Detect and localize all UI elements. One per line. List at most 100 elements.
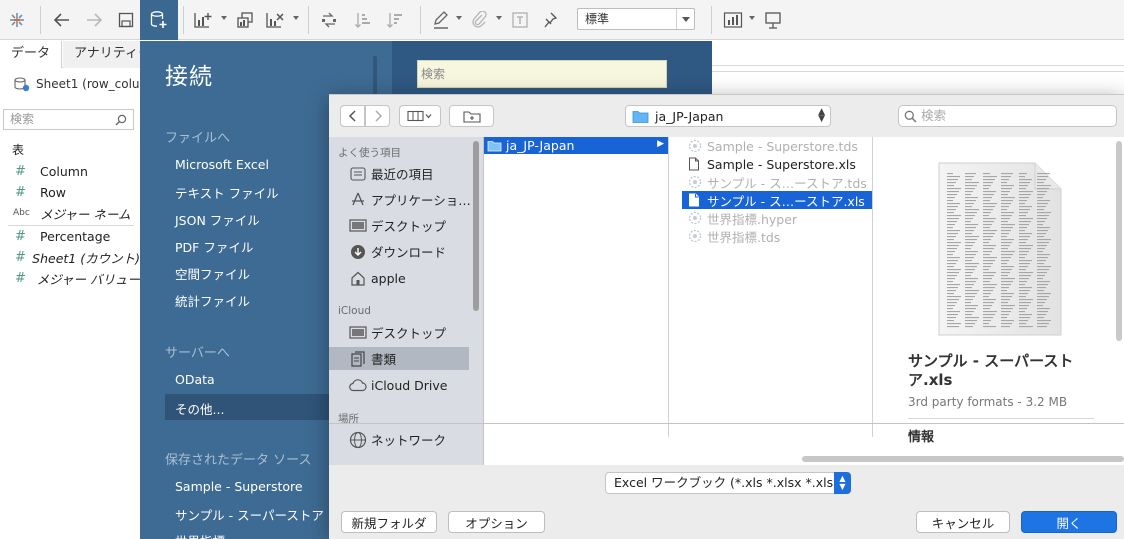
chevron-down-icon[interactable] [456, 16, 462, 20]
preview-file-name: サンプル - スーパーストア.xls [908, 352, 1074, 389]
new-folder-toolbar-button[interactable] [449, 105, 494, 127]
saved-item-superstore[interactable]: Sample - Superstore [175, 479, 303, 494]
new-folder-button[interactable]: 新規フォルダ [341, 511, 437, 533]
chevron-down-icon [676, 9, 694, 29]
sidebar-item-icloud-desktop[interactable]: デスクトップ [329, 321, 484, 344]
cancel-button[interactable]: キャンセル [916, 511, 1010, 533]
measure-icon: # [15, 228, 26, 244]
folder-row[interactable]: ja_JP-Japan ▶ [484, 137, 668, 154]
label-icon[interactable] [509, 8, 531, 32]
field-name: メジャー バリュー [36, 271, 140, 287]
connect-item-odata[interactable]: OData [175, 372, 215, 387]
sidebar-item-recents[interactable]: 最近の項目 [329, 162, 484, 185]
tab-data[interactable]: データ [0, 41, 62, 68]
file-preview: サンプル - スーパーストア.xls 3rd party formats - 3… [887, 137, 1113, 447]
swap-icon[interactable] [318, 8, 340, 32]
connect-item-statistical[interactable]: 統計ファイル [175, 291, 250, 310]
sidebar-item-network[interactable]: ネットワーク [329, 428, 484, 451]
field-item[interactable]: # Sheet1 (カウント) [0, 247, 140, 267]
chevron-down-icon[interactable] [496, 16, 502, 20]
start-search-input[interactable]: 検索 [417, 60, 667, 88]
sidebar-item-icloud-drive[interactable]: iCloud Drive [329, 374, 484, 397]
hyper-file-icon [688, 211, 705, 225]
duplicate-sheet-icon[interactable] [234, 8, 256, 32]
folder-name: ja_JP-Japan [506, 138, 575, 153]
field-name: メジャー ネーム [40, 206, 131, 222]
new-worksheet-icon[interactable] [192, 8, 214, 32]
group-icon[interactable] [468, 8, 490, 32]
clear-sheet-icon[interactable] [264, 8, 286, 32]
forward-icon[interactable] [83, 8, 105, 32]
show-me-icon[interactable] [722, 8, 744, 32]
file-row[interactable]: Sample - Superstore.xls [682, 155, 872, 173]
saved-item-world-indicators[interactable]: 世界指標 [175, 531, 225, 539]
sidebar-item-label: デスクトップ [371, 219, 447, 234]
chevron-down-icon[interactable] [221, 16, 227, 20]
desktop-icon [347, 218, 369, 233]
field-item[interactable]: # Row [0, 182, 140, 202]
sort-descending-icon[interactable] [384, 8, 406, 32]
sidebar-item-downloads[interactable]: ダウンロード [329, 240, 484, 263]
back-icon[interactable] [51, 8, 73, 32]
file-name: 世界指標.hyper [707, 211, 798, 227]
fit-select[interactable]: 標準 [577, 8, 695, 30]
document-icon [688, 193, 705, 207]
dialog-search-input[interactable]: 検索 [898, 105, 1117, 127]
file-name: Sample - Superstore.tds [707, 138, 858, 154]
field-name: Sheet1 (カウント) [32, 250, 140, 266]
field-item[interactable]: # Column [0, 161, 140, 181]
sidebar-item-applications[interactable]: アプリケーショ… [329, 188, 484, 211]
presentation-icon[interactable] [762, 8, 784, 32]
data-pane: データ アナリティクス Sheet1 (row_column_pivot... … [0, 41, 206, 539]
column-divider[interactable] [668, 137, 669, 437]
server-section-header: サーバーへ [165, 346, 230, 361]
connect-item-json[interactable]: JSON ファイル [175, 210, 260, 229]
sidebar-item-label: apple [371, 271, 406, 286]
field-item[interactable]: Abc メジャー ネーム [0, 203, 140, 223]
horizontal-scrollbar[interactable] [802, 456, 1124, 462]
columns-view-icon [407, 110, 432, 122]
column-divider[interactable] [872, 137, 873, 437]
preview-scrollbar[interactable] [1116, 141, 1122, 341]
file-format-popup[interactable]: Excel ワークブック (*.xls *.xlsx *.xlsm) ▲ ▼ [605, 472, 851, 494]
chevron-down-icon[interactable] [293, 16, 299, 20]
view-mode-button[interactable] [399, 105, 441, 127]
sidebar-item-home[interactable]: apple [329, 267, 484, 290]
path-popup[interactable]: ja_JP-Japan ▲ ▼ [625, 105, 831, 127]
new-data-source-button[interactable] [140, 0, 178, 40]
connect-item-pdf[interactable]: PDF ファイル [175, 237, 253, 256]
connect-item-other[interactable]: その他... [175, 399, 224, 418]
connect-item-text[interactable]: テキスト ファイル [175, 183, 279, 202]
tableau-logo-icon[interactable] [6, 8, 28, 32]
connect-item-excel[interactable]: Microsoft Excel [175, 157, 269, 172]
field-item[interactable]: # Percentage [0, 226, 140, 246]
file-row[interactable]: 世界指標.tds [682, 227, 872, 245]
measure-icon: # [15, 249, 26, 265]
sidebar-item-desktop[interactable]: デスクトップ [329, 214, 484, 237]
options-button[interactable]: オプション [448, 511, 545, 533]
tab-analytics[interactable]: アナリティクス [63, 41, 140, 68]
measure-icon: # [15, 270, 26, 286]
preview-divider [908, 418, 1094, 419]
measure-icon: # [15, 163, 26, 179]
browser-divider [329, 423, 1124, 424]
folder-add-icon [462, 110, 481, 123]
dialog-forward-button[interactable] [365, 105, 390, 127]
connect-item-spatial[interactable]: 空間ファイル [175, 264, 250, 283]
file-row[interactable]: Sample - Superstore.tds [682, 137, 872, 155]
dialog-toolbar: ja_JP-Japan ▲ ▼ 検索 [329, 95, 1124, 137]
sort-ascending-icon[interactable] [352, 8, 374, 32]
file-row[interactable]: 世界指標.hyper [682, 209, 872, 227]
pin-icon[interactable] [539, 8, 561, 32]
chevron-down-icon[interactable] [749, 16, 755, 20]
file-row-selected[interactable]: サンプル - ス…ーストア.xls [682, 191, 872, 209]
saved-item-superstore-ja[interactable]: サンプル - スーパーストア [175, 505, 324, 524]
open-button[interactable]: 開く [1021, 511, 1117, 533]
highlight-icon[interactable] [430, 8, 452, 32]
field-search-input[interactable]: 検索 [3, 109, 134, 130]
save-icon[interactable] [115, 8, 137, 32]
field-item[interactable]: # メジャー バリュー [0, 268, 140, 288]
dialog-back-button[interactable] [340, 105, 365, 127]
sidebar-item-documents[interactable]: 書類 [329, 347, 469, 370]
file-row[interactable]: サンプル - ス…ーストア.tds [682, 173, 872, 191]
